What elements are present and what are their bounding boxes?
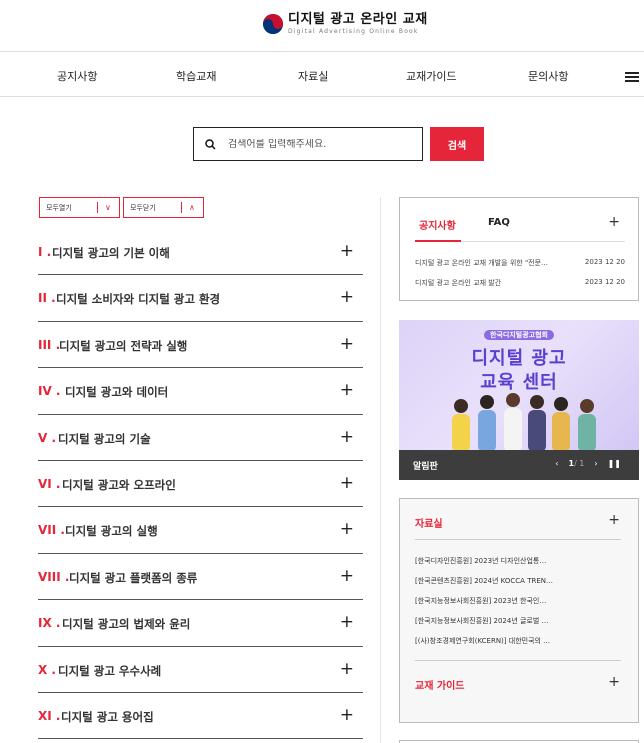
logo-subtitle: Digital Advertising Online Book	[288, 28, 419, 35]
people-illustration-icon	[452, 393, 596, 452]
taegeuk-logo-icon	[263, 14, 283, 34]
chapter-number: IX .	[38, 616, 61, 631]
chapter-title: 디지털 광고의 법제와 윤리	[62, 617, 191, 632]
chapter-title: 디지털 광고와 데이터	[65, 385, 169, 400]
chapter-title: 디지털 광고의 전략과 실행	[59, 338, 188, 353]
collapse-all-button[interactable]: 모두닫기 ∧	[123, 197, 204, 218]
chapter-number: XI .	[38, 708, 61, 723]
hamburger-menu-icon[interactable]	[625, 72, 639, 82]
plus-icon[interactable]: +	[340, 519, 354, 539]
plus-icon[interactable]: +	[340, 427, 354, 447]
main-nav: 공지사항 학습교재 자료실 교재가이드 문의사항	[0, 53, 644, 97]
chapter-item[interactable]: I . 디지털 광고의 기본 이해 +	[38, 229, 363, 276]
plus-icon[interactable]: +	[340, 612, 354, 632]
search-icon	[205, 138, 216, 150]
chapter-number: V .	[38, 430, 57, 445]
resource-item[interactable]: [한국디자인진흥원] 2023년 디자인산업통…	[415, 556, 565, 566]
chapter-number: III .	[38, 337, 61, 352]
chapter-number: VII .	[38, 523, 65, 538]
search-button[interactable]: 검색	[430, 127, 484, 161]
banner-title-line1: 디지털 광고	[471, 348, 567, 369]
chevron-left-icon[interactable]: ‹	[555, 459, 558, 468]
banner-badge: 한국디지털광고협회	[484, 330, 554, 340]
plus-icon[interactable]: +	[340, 705, 354, 725]
logo-title: 디지털 광고 온라인 교재	[288, 12, 428, 27]
site-header: 디지털 광고 온라인 교재 Digital Advertising Online…	[0, 0, 644, 52]
plus-icon[interactable]: +	[608, 214, 620, 230]
chapter-item[interactable]: XI . 디지털 광고 용어집 +	[38, 693, 363, 740]
search-box	[193, 127, 423, 161]
notice-date: 2023 12 20	[584, 278, 625, 286]
nav-item-library[interactable]: 자료실	[298, 68, 328, 84]
notice-title: 디지털 광고 온라인 교재 발간	[415, 279, 502, 287]
chapter-number: I .	[38, 245, 52, 259]
plus-icon[interactable]: +	[340, 241, 354, 261]
chapter-number: VIII .	[38, 569, 70, 584]
expand-all-button[interactable]: 모두열기 ∨	[39, 197, 120, 218]
textbook-guide-link[interactable]: 교재 가이드	[415, 677, 464, 692]
chapter-title: 디지털 광고 플랫폼의 종류	[69, 570, 198, 585]
resource-item[interactable]: [한국콘텐츠진흥원] 2024년 KOCCA TREN…	[415, 576, 565, 586]
chapter-item[interactable]: II . 디지털 소비자와 디지털 광고 환경 +	[38, 275, 363, 322]
notice-title: 디지털 광고 온라인 교재 개발을 위한 "전문…	[415, 259, 549, 267]
chapter-title: 디지털 광고 우수사례	[58, 663, 162, 678]
resource-item[interactable]: [한국지능정보사회진흥원] 2023년 한국인…	[415, 596, 565, 606]
tab-notice[interactable]: 공지사항	[419, 217, 456, 232]
search-input[interactable]	[228, 138, 398, 150]
nav-item-guide[interactable]: 교재가이드	[406, 68, 457, 84]
site-logo[interactable]: 디지털 광고 온라인 교재 Digital Advertising Online…	[263, 12, 428, 36]
chapter-item[interactable]: X . 디지털 광고 우수사례 +	[38, 647, 363, 693]
plus-icon[interactable]: +	[340, 566, 354, 586]
notice-date: 2023 12 20	[584, 258, 625, 266]
plus-icon[interactable]: +	[340, 380, 354, 400]
chapter-item[interactable]: III . 디지털 광고의 전략과 실행 +	[38, 322, 363, 369]
chapter-list: I . 디지털 광고의 기본 이해 + II . 디지털 소비자와 디지털 광고…	[38, 229, 363, 740]
expand-all-label: 모두열기	[46, 203, 72, 212]
column-divider	[380, 197, 381, 743]
chapter-number: IV .	[38, 384, 61, 399]
nav-item-notice[interactable]: 공지사항	[57, 68, 97, 84]
collapse-all-label: 모두닫기	[130, 203, 156, 212]
chevron-up-icon: ∧	[189, 203, 195, 212]
banner-bar-label: 알림판	[413, 462, 438, 472]
plus-icon[interactable]: +	[340, 473, 354, 493]
chapter-number: VI .	[38, 476, 61, 491]
nav-item-textbook[interactable]: 학습교재	[176, 68, 216, 84]
banner-pagination: 1/ 1	[568, 459, 585, 468]
pause-icon[interactable]: ❚❚	[608, 459, 621, 468]
chapter-title: 디지털 광고와 오프라인	[62, 477, 176, 492]
plus-icon[interactable]: +	[608, 512, 620, 528]
chapter-item[interactable]: V . 디지털 광고의 기술 +	[38, 415, 363, 461]
resource-item[interactable]: [(사)창조경제연구회(KCERN)] 대한민국의 …	[415, 636, 565, 646]
chapter-title: 디지털 소비자와 디지털 광고 환경	[56, 292, 221, 307]
tab-faq[interactable]: FAQ	[488, 217, 510, 228]
plus-icon[interactable]: +	[340, 334, 354, 354]
chevron-right-icon[interactable]: ›	[594, 459, 597, 468]
plus-icon[interactable]: +	[608, 674, 620, 690]
chapter-number: II .	[38, 291, 56, 306]
notice-row[interactable]: 디지털 광고 온라인 교재 개발을 위한 "전문… 2023 12 20	[415, 258, 625, 270]
notice-panel: 공지사항 FAQ + 디지털 광고 온라인 교재 개발을 위한 "전문… 202…	[399, 197, 639, 301]
nav-item-inquiry[interactable]: 문의사항	[528, 68, 568, 84]
chapter-title: 디지털 광고의 실행	[65, 524, 158, 539]
resource-item[interactable]: [한국지능정보사회진흥원] 2024년 글로벌 …	[415, 616, 565, 626]
chapter-item[interactable]: IX . 디지털 광고의 법제와 윤리 +	[38, 600, 363, 647]
chevron-down-icon: ∨	[105, 203, 111, 212]
resources-panel: 자료실 + [한국디자인진흥원] 2023년 디자인산업통… [한국콘텐츠진흥원…	[399, 498, 639, 723]
chapter-item[interactable]: VIII . 디지털 광고 플랫폼의 종류 +	[38, 554, 363, 601]
chapter-number: X .	[38, 662, 56, 677]
chapter-item[interactable]: IV . 디지털 광고와 데이터 +	[38, 368, 363, 415]
chapter-item[interactable]: VI . 디지털 광고와 오프라인 +	[38, 461, 363, 508]
resources-title[interactable]: 자료실	[415, 515, 443, 530]
education-banner[interactable]: 한국디지털광고협회 디지털 광고 교육 센터 알림판 ‹ 1/ 1 › ❚❚	[399, 320, 639, 480]
chapter-item[interactable]: VII . 디지털 광고의 실행 +	[38, 507, 363, 554]
banner-title-line2: 교육 센터	[480, 372, 558, 393]
banner-control-bar: 알림판 ‹ 1/ 1 › ❚❚	[399, 450, 639, 480]
plus-icon[interactable]: +	[340, 659, 354, 679]
chapter-title: 디지털 광고 용어집	[61, 709, 154, 724]
chapter-title: 디지털 광고의 기술	[58, 431, 151, 446]
notice-row[interactable]: 디지털 광고 온라인 교재 발간 2023 12 20	[415, 278, 625, 290]
plus-icon[interactable]: +	[340, 287, 354, 307]
chapter-title: 디지털 광고의 기본 이해	[52, 246, 170, 260]
